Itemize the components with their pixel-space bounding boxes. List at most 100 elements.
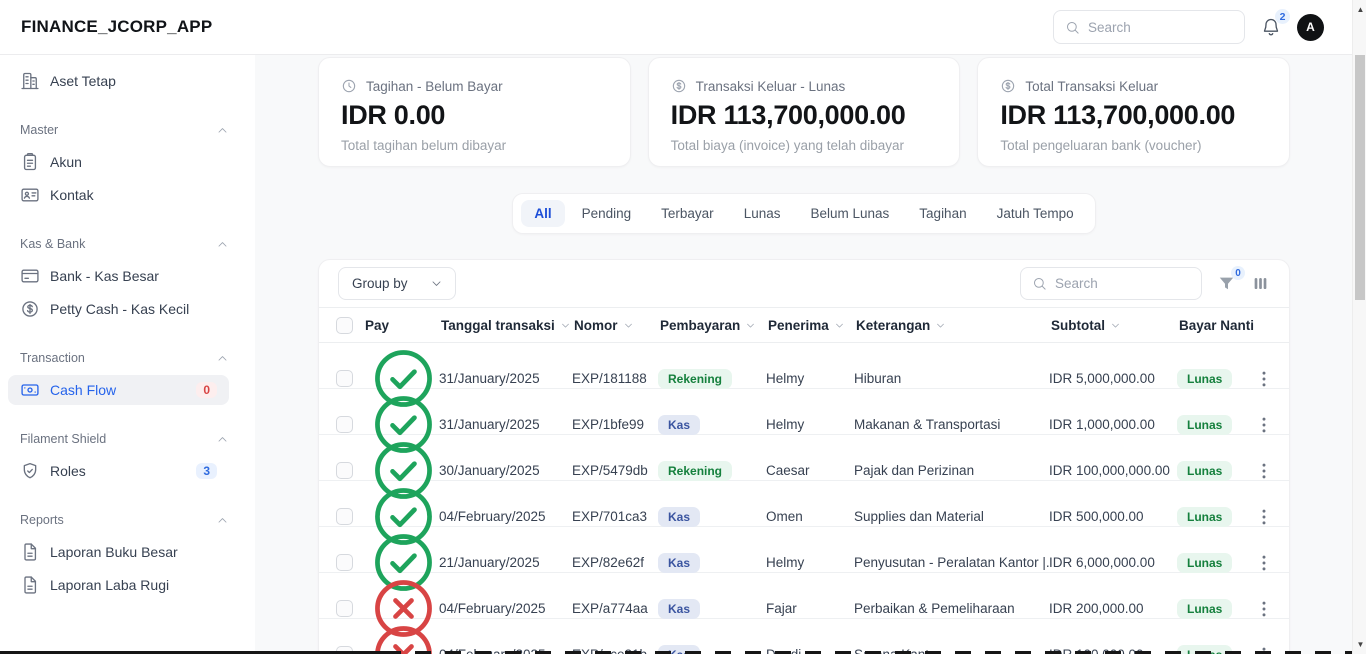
column-header[interactable]: Subtotal [1049, 318, 1177, 333]
sort-chevron-icon[interactable] [560, 320, 571, 331]
table-search[interactable] [1020, 267, 1202, 300]
table-header-row: Pay Tanggal transaksi Nomor Pemb [319, 307, 1289, 343]
filter-tab[interactable]: Pending [569, 200, 645, 227]
columns-icon [1251, 274, 1270, 293]
table-row[interactable]: 21/January/2025 EXP/82e62f Kas Helmy Pen… [319, 527, 1289, 573]
sidebar-item[interactable]: Kontak [8, 180, 229, 210]
row-actions-kebab-icon[interactable] [1253, 506, 1275, 528]
sidebar-item[interactable]: Petty Cash - Kas Kecil [8, 294, 229, 324]
sidebar-item[interactable]: Cash Flow 0 [8, 375, 229, 405]
sidebar-item[interactable]: Bank - Kas Besar [8, 261, 229, 291]
table-search-input[interactable] [1055, 276, 1190, 291]
filter-tab[interactable]: Jatuh Tempo [984, 200, 1087, 227]
sort-chevron-icon[interactable] [623, 320, 634, 331]
toggle-columns-button[interactable] [1251, 274, 1270, 293]
filter-tab[interactable]: All [521, 200, 564, 227]
pembayaran-badge: Kas [658, 599, 700, 619]
x-circle-icon[interactable] [368, 619, 439, 654]
column-header[interactable]: Nomor [572, 318, 658, 333]
sidebar-section-header[interactable]: Transaction [20, 351, 229, 365]
row-checkbox[interactable] [336, 600, 353, 617]
table-row[interactable]: 04/February/2025 EXP/a774aa Kas Fajar Pe… [319, 573, 1289, 619]
row-actions-kebab-icon[interactable] [1253, 460, 1275, 482]
sidebar-section-label: Reports [20, 513, 64, 527]
row-checkbox[interactable] [336, 508, 353, 525]
column-header[interactable]: Bayar Nanti [1177, 318, 1253, 333]
row-actions-kebab-icon[interactable] [1253, 598, 1275, 620]
sidebar-section-header[interactable]: Kas & Bank [20, 237, 229, 251]
column-header[interactable]: Penerima [766, 318, 854, 333]
row-actions-kebab-icon[interactable] [1253, 368, 1275, 390]
avatar[interactable]: A [1297, 14, 1324, 41]
sort-chevron-icon[interactable] [935, 320, 946, 331]
filter-tab[interactable]: Belum Lunas [797, 200, 902, 227]
sidebar-item[interactable]: Akun [8, 147, 229, 177]
cell-subtotal: IDR 200,000.00 [1049, 601, 1177, 616]
row-checkbox[interactable] [336, 462, 353, 479]
global-search[interactable] [1053, 10, 1245, 44]
cell-tanggal-transaksi: 31/January/2025 [439, 417, 572, 432]
page-scrollbar-thumb[interactable] [1355, 55, 1365, 300]
banknote-icon [20, 380, 40, 400]
sidebar-item[interactable]: Laporan Laba Rugi [8, 570, 229, 600]
sidebar-item[interactable]: Laporan Buku Besar [8, 537, 229, 567]
cell-nomor: EXP/701ca3 [572, 509, 658, 524]
search-icon [1065, 20, 1080, 35]
pembayaran-badge: Kas [658, 553, 700, 573]
bayar-nanti-badge: Lunas [1177, 369, 1232, 389]
filter-tab[interactable]: Terbayar [648, 200, 727, 227]
column-header[interactable]: Pay [363, 318, 439, 333]
cell-keterangan: Perbaikan & Pemeliharaan [854, 601, 1049, 616]
notifications-button[interactable]: 2 [1261, 17, 1281, 37]
sidebar-section-header[interactable]: Filament Shield [20, 432, 229, 446]
row-actions-kebab-icon[interactable] [1253, 552, 1275, 574]
stat-card-title: Transaksi Keluar - Lunas [696, 79, 846, 94]
table-row[interactable]: 30/January/2025 EXP/5479db Rekening Caes… [319, 435, 1289, 481]
sidebar-section-header[interactable]: Reports [20, 513, 229, 527]
pembayaran-badge: Kas [658, 415, 700, 435]
sort-chevron-icon[interactable] [834, 320, 845, 331]
page-scroll-down-arrow[interactable]: ▼ [1354, 638, 1366, 651]
row-checkbox[interactable] [336, 370, 353, 387]
row-actions-kebab-icon[interactable] [1253, 414, 1275, 436]
chevron-up-icon [216, 124, 229, 137]
main-content: Tagihan - Belum Bayar IDR 0.00 Total tag… [255, 55, 1352, 654]
notification-count-badge: 2 [1275, 9, 1290, 24]
sidebar-item-label: Aset Tetap [50, 73, 116, 89]
building-icon [20, 71, 40, 91]
stat-card-value: IDR 113,700,000.00 [671, 100, 938, 131]
chevron-up-icon [216, 514, 229, 527]
column-header[interactable]: Pembayaran [658, 318, 766, 333]
table-row[interactable]: 31/January/2025 EXP/181188 Rekening Helm… [319, 343, 1289, 389]
sidebar-item-label: Laporan Laba Rugi [50, 577, 169, 593]
column-header[interactable]: Tanggal transaksi [439, 318, 572, 333]
sidebar-section-header[interactable]: Master [20, 123, 229, 137]
filter-tab[interactable]: Tagihan [906, 200, 979, 227]
topbar: FINANCE_JCORP_APP 2 A [0, 0, 1352, 55]
table-row[interactable]: 04/February/2025 EXP/ace21b Kas Dandi Sa… [319, 619, 1289, 654]
sidebar-item-label: Roles [50, 463, 86, 479]
table-row[interactable]: 04/February/2025 EXP/701ca3 Kas Omen Sup… [319, 481, 1289, 527]
bayar-nanti-badge: Lunas [1177, 415, 1232, 435]
sidebar-item[interactable]: Aset Tetap [8, 66, 229, 96]
sidebar-item[interactable]: Roles 3 [8, 456, 229, 486]
column-header[interactable]: Keterangan [854, 318, 1049, 333]
cell-subtotal: IDR 500,000.00 [1049, 509, 1177, 524]
cell-nomor: EXP/1bfe99 [572, 417, 658, 432]
row-checkbox[interactable] [336, 416, 353, 433]
sort-chevron-icon[interactable] [1110, 320, 1121, 331]
stat-card-value: IDR 113,700,000.00 [1000, 100, 1267, 131]
sidebar-section-label: Transaction [20, 351, 85, 365]
sidebar-item-label: Laporan Buku Besar [50, 544, 178, 560]
filter-tab[interactable]: Lunas [731, 200, 794, 227]
page-scroll-up-arrow[interactable]: ▲ [1354, 3, 1366, 16]
group-by-select[interactable]: Group by [338, 267, 456, 300]
select-all-checkbox[interactable] [336, 317, 353, 334]
filter-button[interactable]: 0 [1217, 274, 1236, 293]
sort-chevron-icon[interactable] [745, 320, 756, 331]
row-checkbox[interactable] [336, 554, 353, 571]
group-by-label: Group by [352, 276, 408, 291]
global-search-input[interactable] [1088, 20, 1233, 35]
cell-penerima: Helmy [766, 417, 854, 432]
table-row[interactable]: 31/January/2025 EXP/1bfe99 Kas Helmy Mak… [319, 389, 1289, 435]
